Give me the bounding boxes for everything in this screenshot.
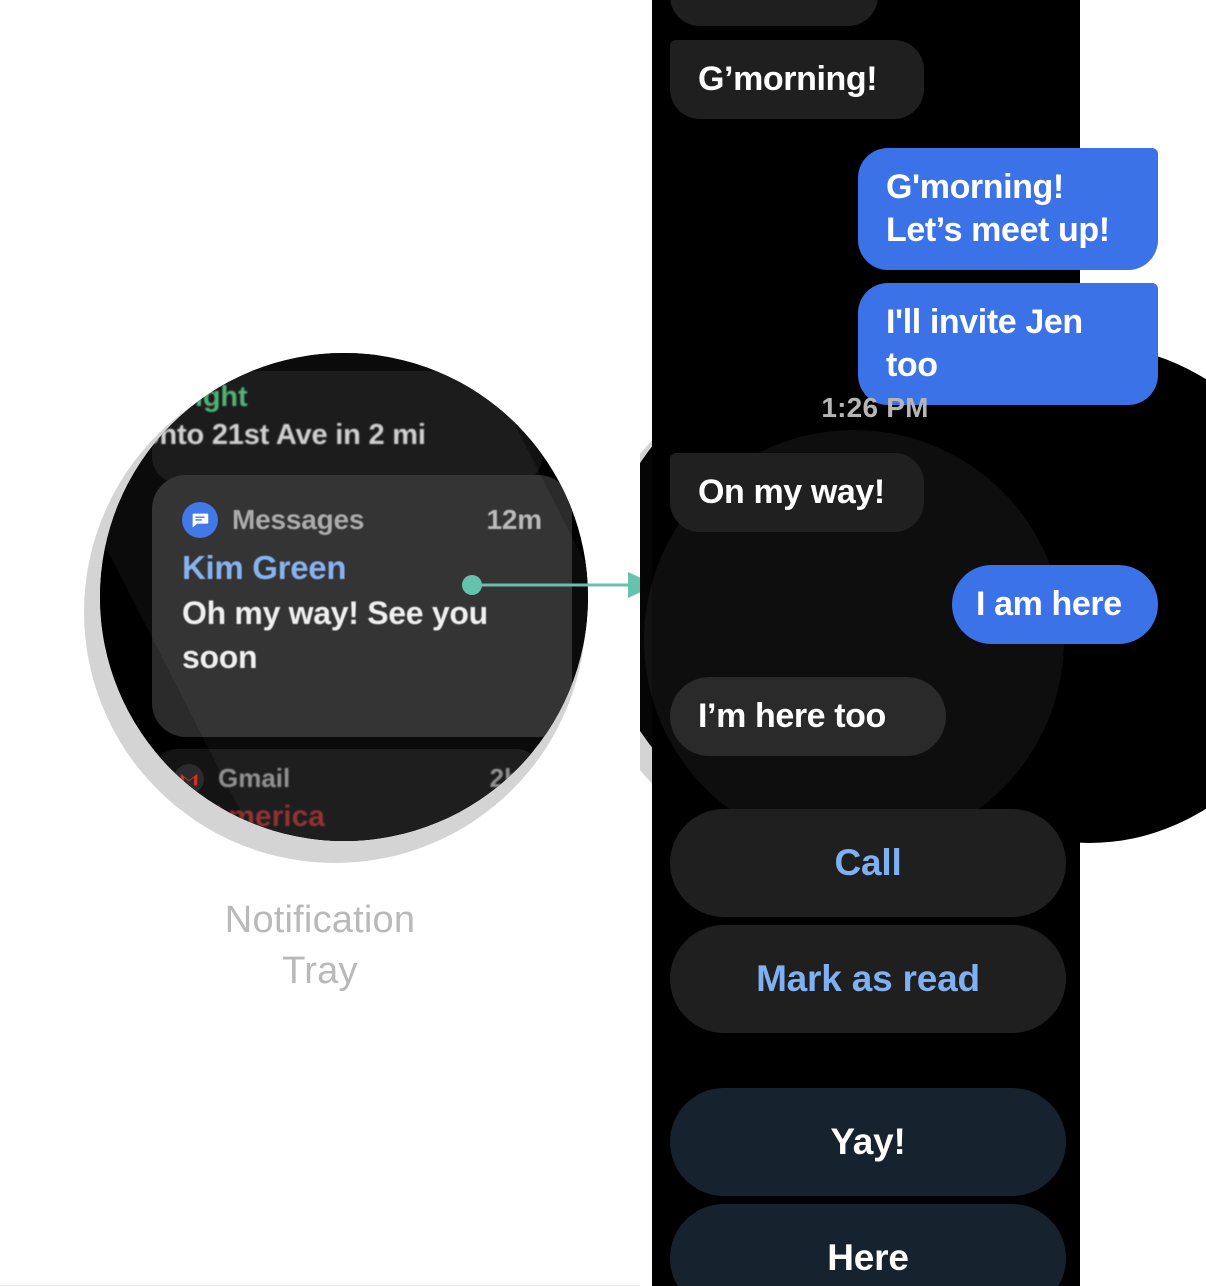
gmail-icon: [174, 763, 204, 794]
notification-app-name: Messages: [232, 504, 365, 535]
caption-line-1: Notification: [224, 899, 416, 941]
maps-direction-text: urn right: [152, 381, 248, 413]
notification-sender-name: Kim Green: [182, 549, 347, 586]
action-button-call[interactable]: Call: [670, 809, 1066, 917]
gmail-timestamp: 2h: [489, 763, 520, 793]
conversation-thread: G’morning! G'morning! Let’s meet up! I'l…: [640, 0, 1206, 1286]
caption-line-2: Tray: [282, 950, 358, 993]
chat-bubble-outgoing-i-am-here[interactable]: I am here: [952, 565, 1158, 644]
quick-reply-button-here[interactable]: Here: [670, 1204, 1066, 1286]
watch-case: urn right onto 21st Ave in 2 mi Messages…: [100, 353, 588, 841]
notification-timestamp: 12m: [486, 504, 543, 535]
quick-reply-button-yay[interactable]: Yay!: [670, 1088, 1066, 1196]
gmail-app-name: Gmail: [218, 763, 291, 793]
action-button-call-label: Call: [834, 842, 902, 883]
chat-bubble-incoming-on-my-way[interactable]: On my way!: [670, 453, 924, 532]
notification-message-body: Oh my way! See you soon: [182, 595, 488, 676]
chat-bubble-outgoing-meetup[interactable]: G'morning! Let’s meet up!: [858, 148, 1158, 270]
chat-bubble-clipped[interactable]: [670, 0, 878, 26]
chat-bubble-incoming-here-too[interactable]: I’m here too: [670, 677, 946, 756]
conversation-watch-panel: G’morning! G'morning! Let’s meet up! I'l…: [640, 0, 1206, 1286]
action-button-mark-as-read[interactable]: Mark as read: [670, 925, 1066, 1033]
notification-card-messages[interactable]: Messages 12m Kim Green Oh my way! See yo…: [152, 475, 572, 737]
conversation-timestamp: 1:26 PM: [821, 392, 929, 423]
notification-card-gmail[interactable]: Gmail 2h k of America: [152, 749, 542, 841]
quick-reply-button-yay-label: Yay!: [830, 1121, 906, 1162]
quick-reply-button-here-label: Here: [827, 1237, 909, 1278]
maps-detail-text: onto 21st Ave in 2 mi: [152, 419, 426, 451]
gmail-message-body: k of America: [152, 800, 325, 833]
notification-card-maps[interactable]: urn right onto 21st Ave in 2 mi: [152, 371, 542, 483]
chat-bubble-incoming-gmorning[interactable]: G’morning!: [670, 40, 924, 119]
panel-caption: Notification Tray: [0, 895, 640, 998]
notification-tray-watch-panel: urn right onto 21st Ave in 2 mi Messages…: [0, 0, 640, 1286]
watch-screen: urn right onto 21st Ave in 2 mi Messages…: [100, 353, 588, 841]
action-button-mark-as-read-label: Mark as read: [756, 958, 980, 999]
chat-bubble-outgoing-invite-jen[interactable]: I'll invite Jen too: [858, 283, 1158, 405]
gmail-notification-header: Gmail 2h: [174, 763, 520, 794]
notification-header: Messages 12m: [182, 502, 543, 538]
messages-icon: [182, 502, 218, 538]
